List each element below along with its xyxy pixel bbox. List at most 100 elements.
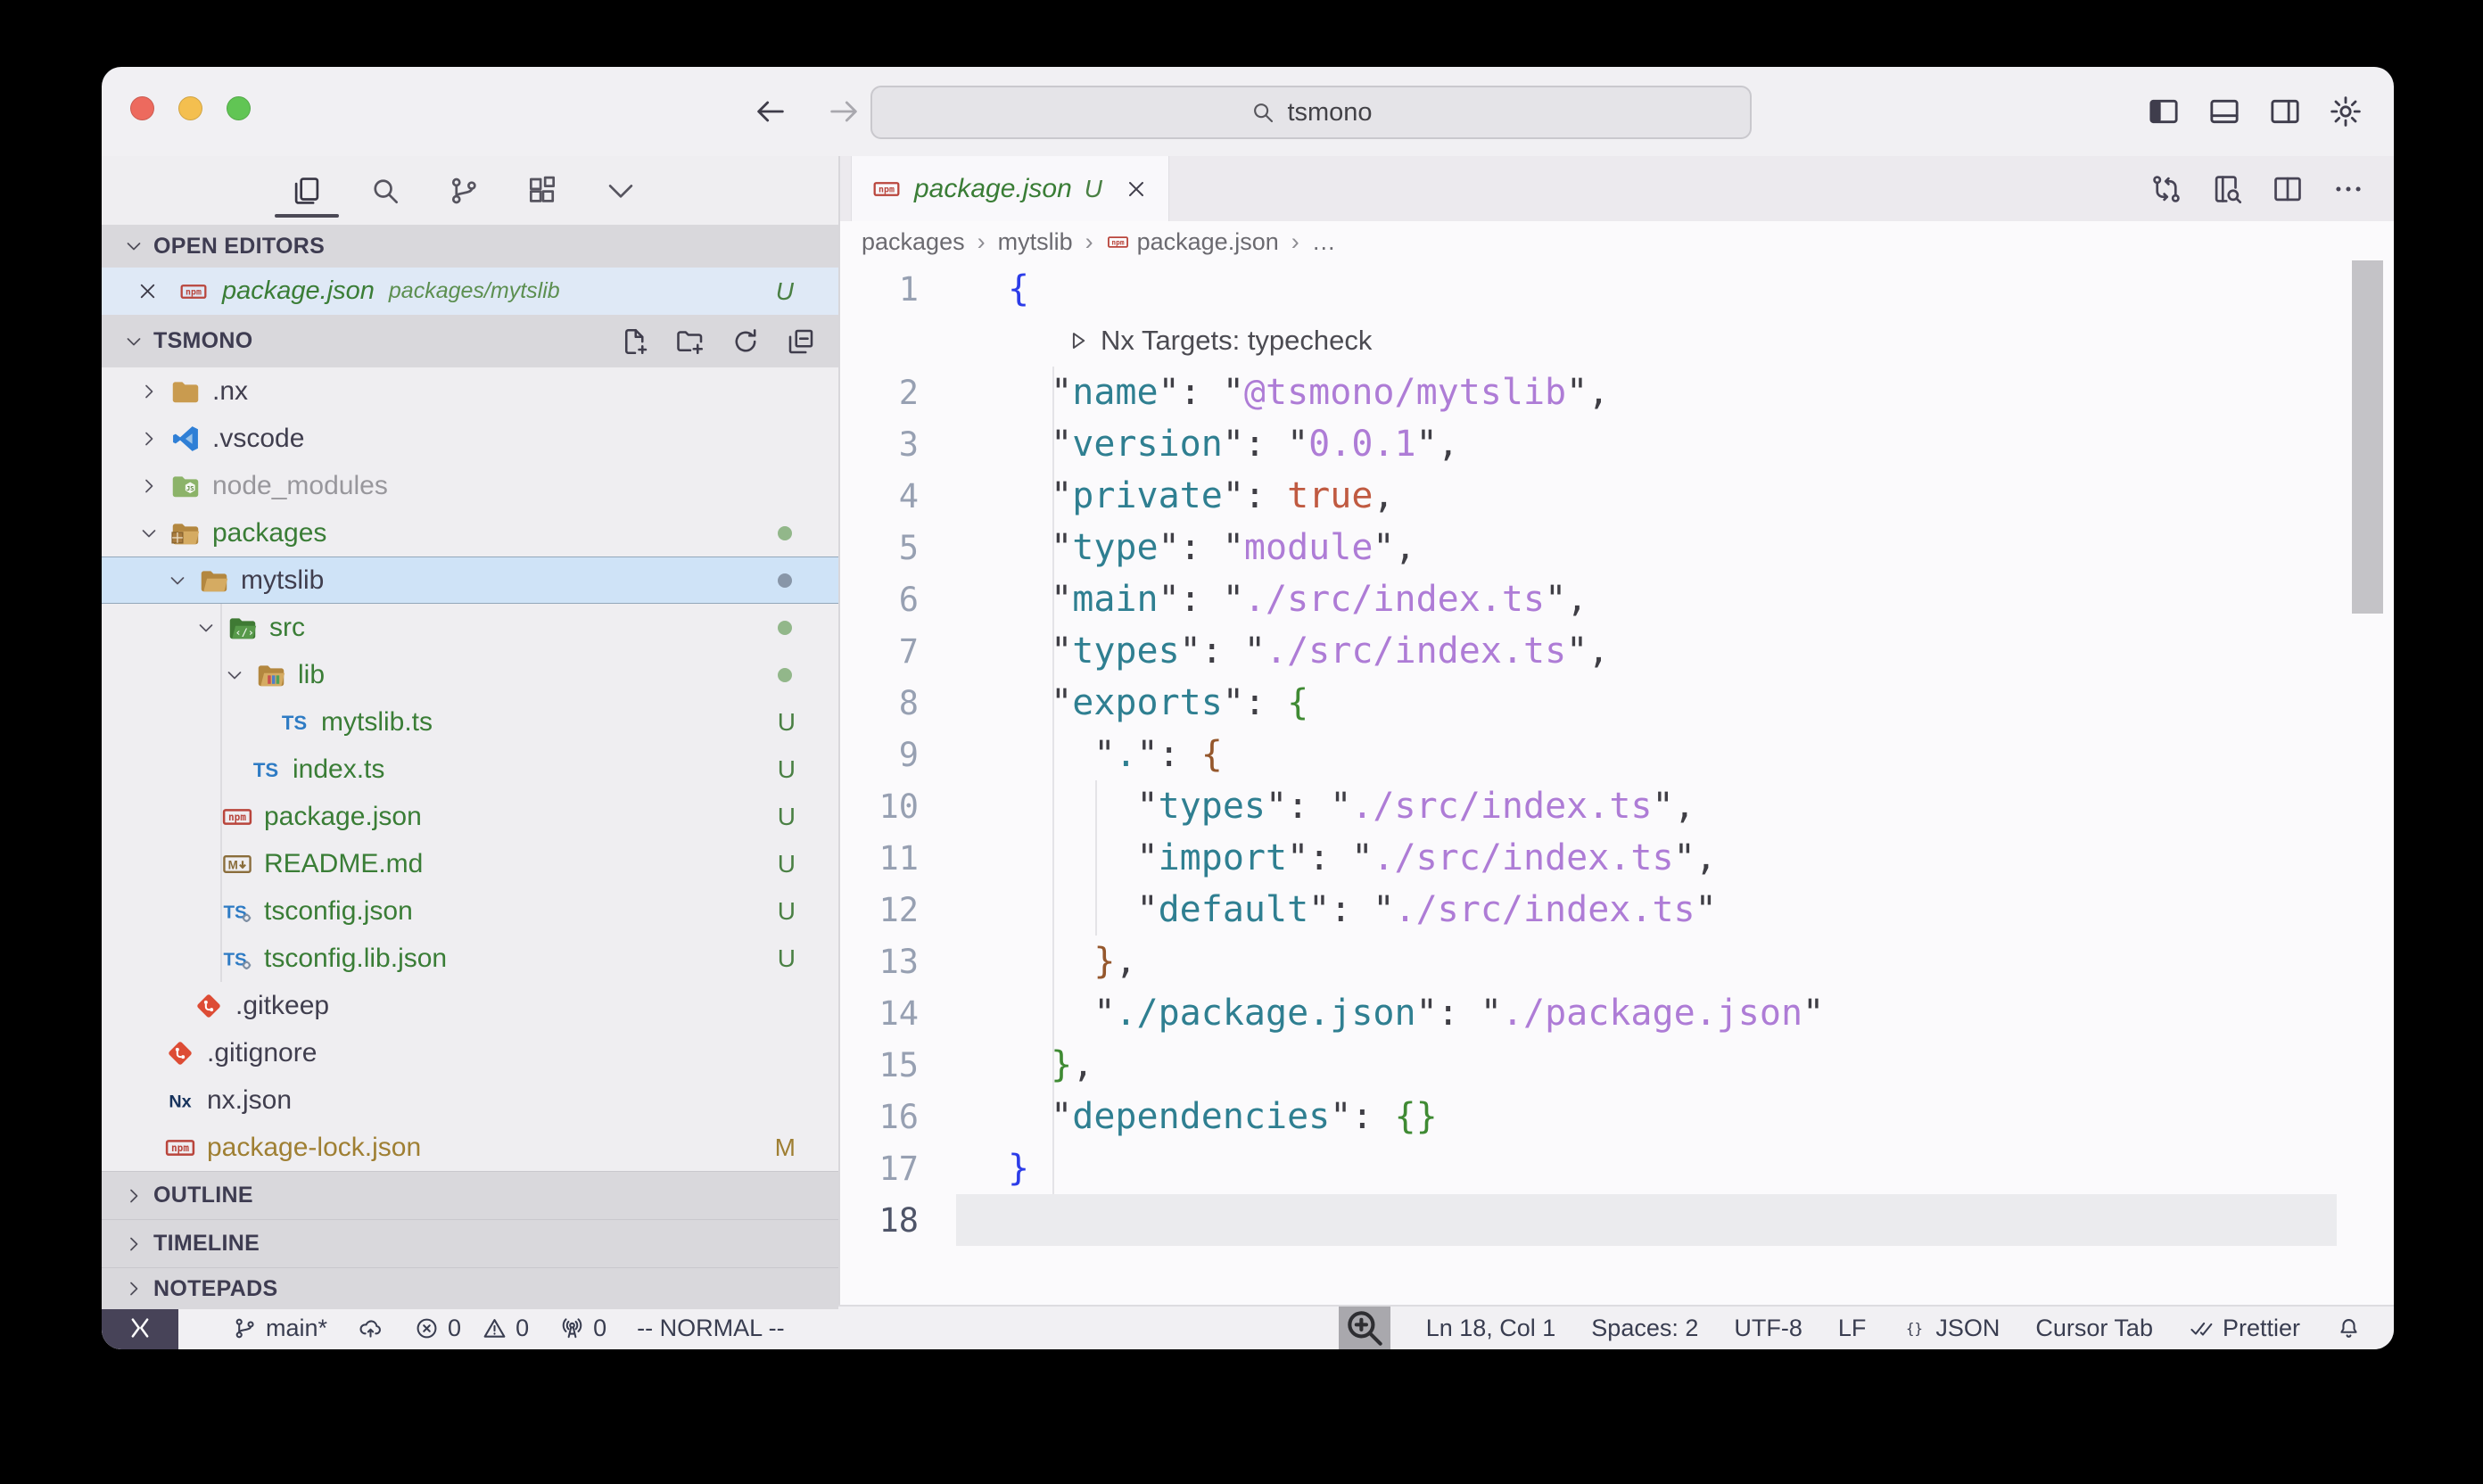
tree-item-tsconfig.lib.json[interactable]: TStsconfig.lib.jsonU (102, 935, 838, 982)
line-number: 18 (840, 1201, 956, 1240)
ports[interactable]: 0 (559, 1315, 606, 1342)
tab-label: package.json (914, 174, 1072, 204)
tab-package-json[interactable]: npm package.json U (851, 156, 1169, 221)
tree-item-.vscode[interactable]: .vscode (102, 415, 838, 462)
forward-button[interactable] (824, 92, 863, 131)
codelens-nx-targets[interactable]: Nx Targets: typecheck (840, 315, 2394, 367)
layout-sidebar-right-button[interactable] (2267, 94, 2303, 129)
breadcrumb-item-mytslib[interactable]: mytslib (998, 228, 1073, 256)
code-line-14[interactable]: 14 "./package.json": "./package.json" (840, 987, 2394, 1039)
eol[interactable]: LF (1838, 1315, 1867, 1342)
encoding-label: UTF-8 (1734, 1315, 1802, 1342)
encoding[interactable]: UTF-8 (1734, 1315, 1802, 1342)
command-center-search[interactable]: tsmono (870, 86, 1752, 139)
play-icon (1065, 328, 1090, 353)
activity-source-control-icon[interactable] (444, 171, 483, 210)
activity-chevron-down-icon[interactable] (601, 171, 640, 210)
tree-item-packages[interactable]: packages (102, 509, 838, 556)
back-button[interactable] (751, 92, 790, 131)
tree-item-tsconfig.json[interactable]: TStsconfig.jsonU (102, 887, 838, 935)
cursor-position[interactable]: Ln 18, Col 1 (1426, 1315, 1556, 1342)
close-icon[interactable] (1124, 177, 1149, 202)
gear-button[interactable] (2328, 94, 2363, 129)
section-header-notepads[interactable]: NOTEPADS (102, 1267, 838, 1309)
code-line-17[interactable]: 17} (840, 1142, 2394, 1194)
section-header-outline[interactable]: OUTLINE (102, 1171, 838, 1219)
language-mode[interactable]: {}JSON (1901, 1315, 2000, 1342)
split-editor-button[interactable] (2271, 172, 2305, 206)
zoom-window-button[interactable] (227, 96, 251, 120)
more-actions-button[interactable] (2331, 172, 2365, 206)
code-line-8[interactable]: 8 "exports": { (840, 677, 2394, 729)
close-icon[interactable] (136, 279, 160, 303)
open-editor-item[interactable]: npm package.json packages/mytslib U (102, 268, 838, 315)
code-line-12[interactable]: 12 "default": "./src/index.ts" (840, 884, 2394, 936)
code-line-3[interactable]: 3 "version": "0.0.1", (840, 418, 2394, 470)
editor-scrollbar[interactable] (2352, 260, 2383, 614)
activity-files-icon[interactable] (287, 171, 326, 210)
cursor-tab[interactable]: Cursor Tab (2035, 1315, 2153, 1342)
vim-mode[interactable]: -- NORMAL -- (637, 1315, 784, 1342)
tree-item-.nx[interactable]: .nx (102, 367, 838, 415)
close-window-button[interactable] (130, 96, 154, 120)
refresh-button[interactable] (730, 326, 762, 358)
code-line-4[interactable]: 4 "private": true, (840, 470, 2394, 522)
git-icon (161, 1035, 200, 1072)
line-number: 3 (840, 425, 956, 464)
tree-item-README.md[interactable]: MREADME.mdU (102, 840, 838, 887)
code-editor[interactable]: 1{Nx Targets: typecheck2 "name": "@tsmon… (840, 263, 2394, 1305)
new-file-button[interactable] (619, 326, 651, 358)
tree-item-.gitignore[interactable]: .gitignore (102, 1029, 838, 1076)
tree-item-lib[interactable]: lib (102, 651, 838, 698)
code-line-15[interactable]: 15 }, (840, 1039, 2394, 1091)
activity-search-icon[interactable] (366, 171, 405, 210)
tree-item-index.ts[interactable]: TSindex.tsU (102, 746, 838, 793)
tree-item-package-lock.json[interactable]: npmpackage-lock.jsonM (102, 1124, 838, 1171)
problems[interactable]: 00 (414, 1315, 529, 1342)
code-line-1[interactable]: 1{ (840, 263, 2394, 315)
formatter[interactable]: Prettier (2189, 1315, 2300, 1342)
layout-panel-button[interactable] (2207, 94, 2242, 129)
indentation[interactable]: Spaces: 2 (1591, 1315, 1698, 1342)
breadcrumb-item-…[interactable]: … (1312, 228, 1336, 256)
code-line-10[interactable]: 10 "types": "./src/index.ts", (840, 780, 2394, 832)
code-line-16[interactable]: 16 "dependencies": {} (840, 1091, 2394, 1142)
tree-item-src[interactable]: ‹/›src (102, 604, 838, 651)
remote-indicator[interactable] (102, 1307, 178, 1349)
code-token: ": " (1287, 837, 1373, 878)
tree-item-package.json[interactable]: npmpackage.jsonU (102, 793, 838, 840)
minimize-window-button[interactable] (178, 96, 202, 120)
activity-extensions-icon[interactable] (523, 171, 562, 210)
code-line-5[interactable]: 5 "type": "module", (840, 522, 2394, 573)
explorer-root-header[interactable]: TSMONO (102, 315, 838, 367)
code-line-18[interactable]: 18 (840, 1194, 2394, 1246)
code-token: " (1008, 475, 1072, 516)
zoom-indicator[interactable] (1339, 1307, 1390, 1349)
preview-search-button[interactable] (2210, 172, 2244, 206)
new-folder-button[interactable] (674, 326, 706, 358)
tree-item-mytslib[interactable]: mytslib (102, 556, 838, 604)
section-header-timeline[interactable]: TIMELINE (102, 1219, 838, 1267)
breadcrumb-item-package.json[interactable]: npmpackage.json (1106, 228, 1279, 256)
open-editors-header[interactable]: OPEN EDITORS (102, 225, 838, 268)
code-line-2[interactable]: 2 "name": "@tsmono/mytslib", (840, 367, 2394, 418)
collapse-all-button[interactable] (785, 326, 817, 358)
breadcrumb-item-packages[interactable]: packages (862, 228, 965, 256)
open-changes-button[interactable] (2149, 172, 2183, 206)
code-line-13[interactable]: 13 }, (840, 936, 2394, 987)
git-branch[interactable]: main* (232, 1315, 327, 1342)
layout-sidebar-left-button[interactable] (2146, 94, 2182, 129)
tree-item-mytslib.ts[interactable]: TSmytslib.tsU (102, 698, 838, 746)
tree-item-node_modules[interactable]: JSnode_modules (102, 462, 838, 509)
publish[interactable] (358, 1315, 384, 1341)
code-line-6[interactable]: 6 "main": "./src/index.ts", (840, 573, 2394, 625)
status-bar: main*000-- NORMAL -- Ln 18, Col 1Spaces:… (102, 1305, 2394, 1349)
code-line-9[interactable]: 9 ".": { (840, 729, 2394, 780)
tree-item-nx.json[interactable]: Nxnx.json (102, 1076, 838, 1124)
notifications[interactable] (2336, 1315, 2362, 1341)
code-line-7[interactable]: 7 "types": "./src/index.ts", (840, 625, 2394, 677)
tree-item-.gitkeep[interactable]: .gitkeep (102, 982, 838, 1029)
code-token: ", (1416, 424, 1459, 465)
code-token: name (1072, 372, 1158, 413)
code-line-11[interactable]: 11 "import": "./src/index.ts", (840, 832, 2394, 884)
